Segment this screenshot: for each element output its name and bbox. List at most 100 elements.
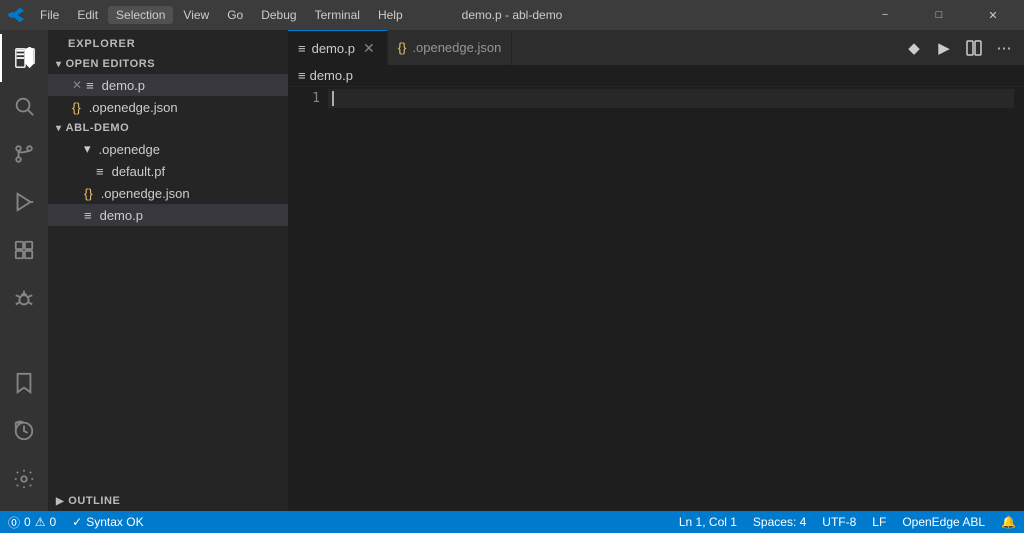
statusbar-language[interactable]: OpenEdge ABL xyxy=(894,511,993,533)
language-label: OpenEdge ABL xyxy=(902,515,985,529)
project-section[interactable]: ▾ ABL-DEMO xyxy=(48,118,288,138)
file-demo-p-label: demo.p xyxy=(100,208,143,223)
file-icon-openedge-json-tree: {} xyxy=(84,186,93,201)
warning-icon: ⚠ xyxy=(35,515,46,529)
diamond-button[interactable]: ◆ xyxy=(900,36,928,60)
notification-bell-icon: 🔔 xyxy=(1001,515,1016,529)
outline-label: Outline xyxy=(68,495,120,507)
open-editor-openedge-json[interactable]: {} .openedge.json xyxy=(48,96,288,118)
close-button[interactable]: ✕ xyxy=(970,0,1016,30)
maximize-button[interactable]: □ xyxy=(916,0,962,30)
open-editor-demo-p-label: demo.p xyxy=(102,78,145,93)
tabs-toolbar-row: ≡ demo.p ✕ {} .openedge.json ◆ ▶ xyxy=(288,30,1024,65)
layout-button[interactable] xyxy=(960,36,988,60)
folder-chevron-icon: ▾ xyxy=(84,141,91,157)
open-editor-openedge-json-label: .openedge.json xyxy=(89,100,178,115)
window-controls: − □ ✕ xyxy=(862,0,1016,30)
run-button[interactable]: ▶ xyxy=(930,36,958,60)
file-openedge-json-label: .openedge.json xyxy=(101,186,190,201)
folder-openedge[interactable]: ▾ .openedge xyxy=(48,138,288,160)
file-icon-demo-p-tree: ≡ xyxy=(84,208,92,223)
activity-settings[interactable] xyxy=(0,455,48,503)
editor-line-1[interactable] xyxy=(328,89,1014,108)
statusbar-left: ⓪ 0 ⚠ 0 ✓ Syntax OK xyxy=(0,511,152,533)
editor-toolbar: ◆ ▶ ⋯ xyxy=(894,30,1024,65)
menu-terminal[interactable]: Terminal xyxy=(307,6,368,24)
open-editors-chevron: ▾ xyxy=(56,59,62,70)
statusbar-encoding[interactable]: UTF-8 xyxy=(814,511,864,533)
breadcrumb-icon: ≡ xyxy=(298,68,306,83)
cursor-position: Ln 1, Col 1 xyxy=(679,515,737,529)
file-icon-demo-p: ≡ xyxy=(86,78,94,93)
project-label: ABL-DEMO xyxy=(66,122,130,134)
activity-explorer[interactable] xyxy=(0,34,48,82)
menu-go[interactable]: Go xyxy=(219,6,251,24)
open-editor-demo-p[interactable]: ✕ ≡ demo.p xyxy=(48,74,288,96)
statusbar-cursor[interactable]: Ln 1, Col 1 xyxy=(671,511,745,533)
file-default-pf-label: default.pf xyxy=(112,164,166,179)
file-icon-openedge-json: {} xyxy=(72,100,81,115)
statusbar-right: Ln 1, Col 1 Spaces: 4 UTF-8 LF OpenEdge … xyxy=(671,511,1024,533)
close-file-icon[interactable]: ✕ xyxy=(72,78,82,92)
statusbar-spaces[interactable]: Spaces: 4 xyxy=(745,511,814,533)
line-numbers: 1 xyxy=(288,87,328,511)
editor-lines[interactable] xyxy=(328,87,1014,511)
breadcrumb: ≡ demo.p xyxy=(288,65,1024,87)
editor-area: ≡ demo.p ✕ {} .openedge.json ◆ ▶ xyxy=(288,30,1024,511)
error-count: 0 xyxy=(24,515,31,529)
text-cursor xyxy=(332,91,334,106)
tab-icon-demo-p: ≡ xyxy=(298,41,306,56)
activity-source-control[interactable] xyxy=(0,130,48,178)
minimize-button[interactable]: − xyxy=(862,0,908,30)
activity-search[interactable] xyxy=(0,82,48,130)
more-button[interactable]: ⋯ xyxy=(990,36,1018,60)
main-layout: Explorer ▾ Open Editors ✕ ≡ demo.p {} .o… xyxy=(0,30,1024,511)
tab-label-openedge-json: .openedge.json xyxy=(412,40,501,55)
statusbar-syntax[interactable]: ✓ Syntax OK xyxy=(64,511,151,533)
editor-content[interactable]: 1 xyxy=(288,87,1024,511)
open-editors-label: Open Editors xyxy=(66,58,156,70)
vertical-scrollbar[interactable] xyxy=(1014,87,1024,511)
menu-help[interactable]: Help xyxy=(370,6,411,24)
sidebar-header: Explorer xyxy=(48,30,288,54)
project-chevron: ▾ xyxy=(56,123,62,134)
outline-chevron: ▶ xyxy=(56,496,64,507)
statusbar-notification[interactable]: 🔔 xyxy=(993,511,1024,533)
statusbar-errors[interactable]: ⓪ 0 ⚠ 0 xyxy=(0,511,64,533)
outline-section[interactable]: ▶ Outline xyxy=(48,491,288,511)
file-default-pf[interactable]: ≡ default.pf xyxy=(48,160,288,182)
tab-icon-openedge-json: {} xyxy=(398,40,407,55)
breadcrumb-text: demo.p xyxy=(310,68,353,83)
file-tree: ▾ .openedge ≡ default.pf {} .openedge.js… xyxy=(48,138,288,491)
vscode-logo xyxy=(8,7,24,23)
syntax-status: Syntax OK xyxy=(86,515,143,529)
activity-bar-bottom xyxy=(0,359,48,511)
menu-bar: File Edit Selection View Go Debug Termin… xyxy=(32,6,411,24)
activity-history[interactable] xyxy=(0,407,48,455)
encoding-label: UTF-8 xyxy=(822,515,856,529)
spaces-label: Spaces: 4 xyxy=(753,515,806,529)
statusbar-line-ending[interactable]: LF xyxy=(864,511,894,533)
sidebar: Explorer ▾ Open Editors ✕ ≡ demo.p {} .o… xyxy=(48,30,288,511)
line-ending-label: LF xyxy=(872,515,886,529)
activity-run[interactable] xyxy=(0,178,48,226)
menu-debug[interactable]: Debug xyxy=(253,6,304,24)
activity-debug[interactable] xyxy=(0,274,48,322)
file-openedge-json[interactable]: {} .openedge.json xyxy=(48,182,288,204)
tab-openedge-json[interactable]: {} .openedge.json xyxy=(388,30,513,65)
tabs-bar: ≡ demo.p ✕ {} .openedge.json xyxy=(288,30,894,65)
activity-bookmark[interactable] xyxy=(0,359,48,407)
file-icon-default-pf: ≡ xyxy=(96,164,104,179)
menu-view[interactable]: View xyxy=(175,6,217,24)
activity-extensions[interactable] xyxy=(0,226,48,274)
error-icon: ⓪ xyxy=(8,514,20,531)
window-title: demo.p - abl-demo xyxy=(462,8,563,22)
menu-edit[interactable]: Edit xyxy=(69,6,106,24)
tab-close-demo-p[interactable]: ✕ xyxy=(361,39,377,58)
open-editors-section[interactable]: ▾ Open Editors xyxy=(48,54,288,74)
file-demo-p[interactable]: ≡ demo.p xyxy=(48,204,288,226)
line-number-1: 1 xyxy=(296,89,320,108)
menu-selection[interactable]: Selection xyxy=(108,6,173,24)
menu-file[interactable]: File xyxy=(32,6,67,24)
tab-demo-p[interactable]: ≡ demo.p ✕ xyxy=(288,30,388,65)
